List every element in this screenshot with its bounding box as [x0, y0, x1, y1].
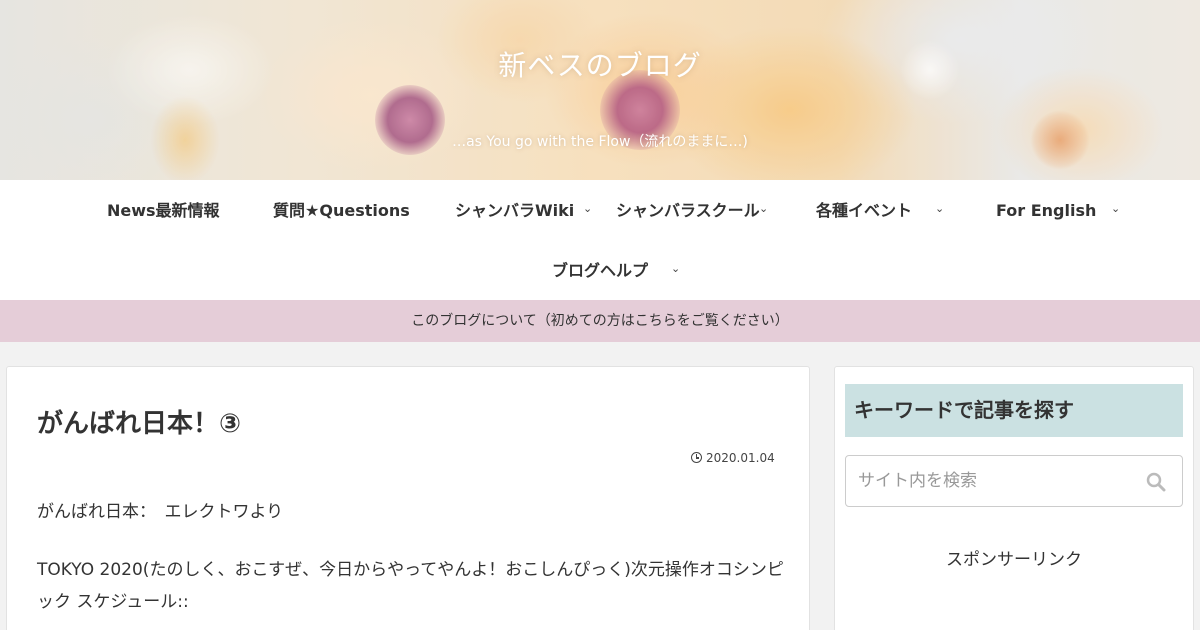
global-nav: News最新情報 質問★Questions シャンバラWiki ⌄ シャンバラス…: [0, 180, 1200, 300]
search-widget-title: キーワードで記事を探す: [845, 384, 1183, 437]
post-paragraph: がんばれ日本： エレクトワより: [37, 502, 284, 522]
search-input[interactable]: [846, 456, 1136, 506]
post-title: がんばれ日本！③: [37, 409, 242, 439]
nav-item-questions[interactable]: 質問★Questions: [273, 199, 410, 223]
clock-icon: [691, 452, 702, 463]
chevron-down-icon[interactable]: ⌄: [583, 197, 592, 221]
site-header: 新ベスのブログ …as You go with the Flow（流れのままに……: [0, 0, 1200, 180]
post-date: 2020.01.04: [691, 451, 775, 465]
chevron-down-icon[interactable]: ⌄: [935, 197, 944, 221]
post-paragraph: TOKYO 2020(たのしく、おこすぜ、今日からやってやんよ！おこしんぴっく)…: [37, 560, 784, 612]
site-tagline: …as You go with the Flow（流れのままに…): [452, 134, 748, 150]
chevron-down-icon[interactable]: ⌄: [759, 197, 768, 221]
chevron-down-icon[interactable]: ⌄: [671, 257, 680, 281]
nav-item-blog-help[interactable]: ブログヘルプ: [552, 259, 648, 283]
search-box: [845, 455, 1183, 507]
sidebar-card: キーワードで記事を探す スポンサーリンク: [834, 366, 1194, 630]
nav-item-for-english[interactable]: For English: [996, 199, 1096, 223]
search-icon[interactable]: [1146, 472, 1166, 492]
post-date-text: 2020.01.04: [706, 451, 775, 465]
site-title[interactable]: 新ベスのブログ: [0, 44, 1200, 84]
nav-item-shambhala-school[interactable]: シャンバラスクール: [616, 199, 760, 223]
sponsor-label: スポンサーリンク: [946, 550, 1082, 570]
chevron-down-icon[interactable]: ⌄: [1111, 197, 1120, 221]
notice-bar-link[interactable]: このブログについて（初めての方はこちらをご覧ください）: [0, 300, 1200, 342]
nav-item-events[interactable]: 各種イベント: [816, 199, 912, 223]
article-card: がんばれ日本！③ 2020.01.04 がんばれ日本： エレクトワより TOKY…: [6, 366, 810, 630]
nav-item-shambhala-wiki[interactable]: シャンバラWiki: [455, 199, 574, 223]
nav-item-news[interactable]: News最新情報: [107, 199, 220, 223]
